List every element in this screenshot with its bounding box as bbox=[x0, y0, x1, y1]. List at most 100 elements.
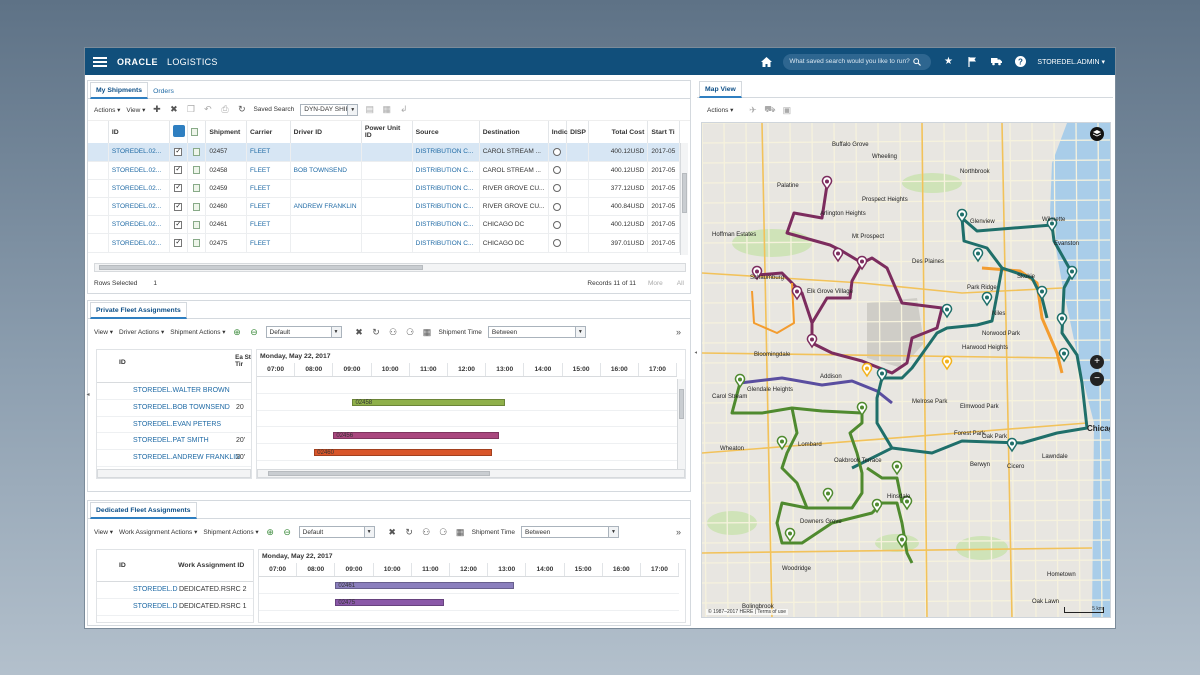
table-row[interactable]: STOREDEL.02... 02460FLEETANDREW FRANKLIN D… bbox=[88, 197, 680, 217]
map-tool-icon[interactable]: ✈ bbox=[747, 105, 758, 116]
detach-icon[interactable]: ↲ bbox=[398, 104, 409, 115]
df-calendar-icon[interactable]: ▦ bbox=[455, 527, 466, 538]
row-header-cell[interactable] bbox=[88, 143, 109, 162]
pf-refresh-icon[interactable]: ↻ bbox=[371, 327, 382, 338]
document-icon[interactable] bbox=[193, 220, 201, 229]
indicator-radio[interactable] bbox=[553, 166, 562, 175]
copy-icon[interactable]: ❐ bbox=[185, 104, 196, 115]
left-splitter-handle[interactable]: ◂ bbox=[85, 388, 91, 400]
pf-expand-icon[interactable]: » bbox=[673, 327, 684, 338]
row-checkbox[interactable] bbox=[174, 238, 183, 248]
map-pin-icon[interactable] bbox=[941, 355, 953, 371]
map-layer-toggle-icon[interactable]: ▣ bbox=[781, 105, 792, 116]
pf-extra-header[interactable]: Ea St Tir bbox=[235, 350, 251, 382]
table-row[interactable]: STOREDEL.02... 02475FLEET DISTRIBUTION C..… bbox=[88, 233, 680, 253]
map-pin-icon[interactable] bbox=[981, 291, 993, 307]
pf-gantt-vscroll[interactable] bbox=[677, 379, 685, 471]
shipments-vscroll-thumb[interactable] bbox=[682, 173, 687, 213]
df-wa-header[interactable]: Work Assignment ID bbox=[176, 550, 253, 581]
resource-name[interactable]: STOREDEL.EVAN PETERS bbox=[97, 417, 236, 433]
col-doc[interactable] bbox=[187, 121, 207, 143]
map-pin-icon[interactable] bbox=[1056, 312, 1068, 328]
pf-assign-icon[interactable]: ⚇ bbox=[388, 327, 399, 338]
orange-route-2[interactable] bbox=[751, 282, 795, 334]
route-map[interactable]: Buffalo Grove Wheeling Northbrook Glenview P… bbox=[701, 122, 1111, 618]
refresh-icon[interactable]: ↻ bbox=[236, 104, 247, 115]
help-icon[interactable]: ? bbox=[1013, 55, 1027, 69]
df-unassign-icon[interactable]: ⚆ bbox=[438, 527, 449, 538]
df-id-header[interactable]: ID bbox=[97, 550, 176, 581]
carrier-cell[interactable]: FLEET bbox=[246, 161, 291, 180]
pf-view-menu[interactable]: View ▾ bbox=[94, 328, 113, 336]
shipment-bar[interactable]: 02458 bbox=[352, 398, 506, 406]
pf-gantt-vscroll-thumb[interactable] bbox=[679, 389, 684, 419]
saved-search-select[interactable]: DYN-DAY SHIF ▼ bbox=[300, 103, 359, 116]
shipment-bar[interactable]: 02456 bbox=[333, 432, 499, 440]
resource-row[interactable]: STOREDEL.WALTER BROWN bbox=[97, 383, 251, 400]
source-cell[interactable]: DISTRIBUTION C... bbox=[412, 215, 480, 235]
actions-menu[interactable]: Actions ▾ bbox=[94, 106, 120, 114]
indicator-radio[interactable] bbox=[553, 239, 562, 248]
df-zoom-in-icon[interactable]: ⊕ bbox=[265, 527, 276, 538]
col-id[interactable]: ID bbox=[108, 121, 170, 143]
export-icon[interactable]: ▤ bbox=[364, 104, 375, 115]
df-zoom-out-icon[interactable]: ⊖ bbox=[282, 527, 293, 538]
df-close-icon[interactable]: ✖ bbox=[387, 527, 398, 538]
col-source[interactable]: Source bbox=[412, 121, 480, 143]
pf-id-header[interactable]: ID bbox=[97, 350, 235, 382]
df-shipment-actions-menu[interactable]: Shipment Actions ▾ bbox=[203, 528, 258, 536]
row-header-cell[interactable] bbox=[88, 233, 109, 253]
resource-name[interactable]: STOREDEL.PAT SMITH bbox=[97, 433, 236, 449]
map-actions-menu[interactable]: Actions ▾ bbox=[707, 106, 733, 114]
document-icon[interactable] bbox=[193, 184, 201, 193]
work-assignment-row[interactable]: STOREDEL.D DEDICATED.RSRC 1 bbox=[97, 599, 253, 616]
resource-row[interactable]: STOREDEL.EVAN PETERS bbox=[97, 417, 251, 434]
indicator-radio[interactable] bbox=[553, 184, 562, 193]
source-cell[interactable]: DISTRIBUTION C... bbox=[412, 233, 480, 253]
star-icon[interactable]: ★ bbox=[941, 55, 955, 69]
home-icon[interactable] bbox=[759, 55, 773, 69]
document-icon[interactable] bbox=[193, 147, 201, 156]
saved-search-input[interactable] bbox=[789, 58, 914, 65]
carrier-cell[interactable]: FLEET bbox=[246, 215, 291, 235]
document-icon[interactable] bbox=[193, 239, 201, 248]
tab-orders[interactable]: Orders bbox=[148, 84, 179, 98]
col-indic[interactable]: Indic bbox=[548, 121, 568, 143]
df-time-select[interactable]: Between ▼ bbox=[521, 526, 619, 538]
col-select[interactable] bbox=[169, 121, 189, 143]
work-assignment-row[interactable]: STOREDEL.D DEDICATED.RSRC 2 bbox=[97, 582, 253, 599]
pf-left-hscroll[interactable] bbox=[97, 469, 251, 478]
menu-icon[interactable] bbox=[93, 55, 107, 69]
driver-cell[interactable] bbox=[290, 215, 362, 235]
row-checkbox[interactable] bbox=[174, 220, 183, 229]
shipments-vscroll[interactable] bbox=[680, 143, 688, 255]
col-destination[interactable]: Destination bbox=[479, 121, 549, 143]
df-layout-select[interactable]: Default ▼ bbox=[298, 526, 375, 538]
col-start-time[interactable]: Start Ti bbox=[647, 121, 680, 143]
source-cell[interactable]: DISTRIBUTION C... bbox=[412, 143, 480, 162]
indicator-radio[interactable] bbox=[553, 147, 562, 156]
resource-row[interactable]: STOREDEL.BOB TOWNSEND 20 bbox=[97, 400, 251, 417]
source-cell[interactable]: DISTRIBUTION C... bbox=[412, 197, 480, 217]
df-refresh-icon[interactable]: ↻ bbox=[404, 527, 415, 538]
view-menu[interactable]: View ▾ bbox=[126, 106, 145, 114]
col-power-unit[interactable]: Power Unit ID bbox=[361, 121, 413, 143]
row-header-cell[interactable] bbox=[88, 179, 109, 199]
carrier-cell[interactable]: FLEET bbox=[246, 233, 291, 253]
tab-dedicated-fleet[interactable]: Dedicated Fleet Assignments bbox=[90, 502, 197, 519]
map-pin-icon[interactable] bbox=[734, 373, 746, 389]
zoom-in-icon[interactable]: ⊕ bbox=[232, 327, 243, 338]
pf-shipment-actions-menu[interactable]: Shipment Actions ▾ bbox=[170, 328, 225, 336]
row-header-cell[interactable] bbox=[88, 197, 109, 217]
add-icon[interactable]: ✚ bbox=[151, 104, 162, 115]
resource-name[interactable]: STOREDEL.BOB TOWNSEND bbox=[97, 400, 236, 416]
map-pin-icon[interactable] bbox=[822, 487, 834, 503]
col-driver[interactable]: Driver ID bbox=[290, 121, 362, 143]
resource-name[interactable]: STOREDEL.WALTER BROWN bbox=[97, 383, 236, 399]
document-icon[interactable] bbox=[193, 166, 201, 175]
shipments-hscroll-thumb[interactable] bbox=[99, 265, 423, 270]
pf-close-icon[interactable]: ✖ bbox=[354, 327, 365, 338]
carrier-cell[interactable]: FLEET bbox=[246, 143, 291, 162]
work-assignment-actions-menu[interactable]: Work Assignment Actions ▾ bbox=[119, 528, 197, 536]
pf-layout-select[interactable]: Default ▼ bbox=[265, 326, 342, 338]
